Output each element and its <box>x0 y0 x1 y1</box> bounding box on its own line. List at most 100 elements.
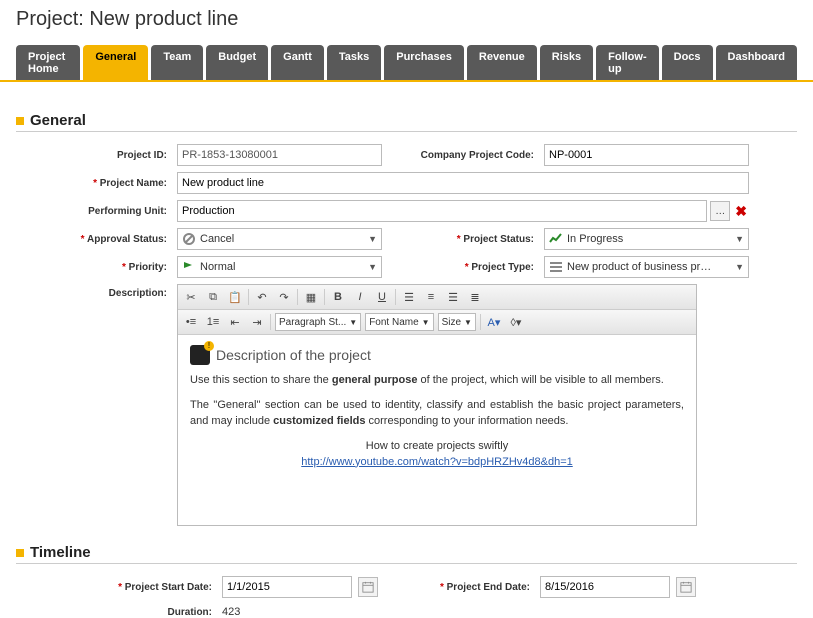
p1c: of the project, which will be visible to… <box>417 374 663 386</box>
align-right-icon[interactable]: ☰ <box>444 288 462 306</box>
number-list-icon[interactable]: 1≡ <box>204 313 222 331</box>
section-header-timeline: Timeline <box>16 544 797 564</box>
rich-text-editor: ✂ ⧉ 📋 ↶ ↷ ▦ B I U ☰ ≡ ☰ ≣ <box>177 284 697 526</box>
font-color-icon[interactable]: A▾ <box>485 313 503 331</box>
separator <box>248 289 249 305</box>
underline-icon[interactable]: U <box>373 288 391 306</box>
description-link-block: How to create projects swiftly http://ww… <box>190 439 684 470</box>
cut-icon[interactable]: ✂ <box>182 288 200 306</box>
tab-tasks[interactable]: Tasks <box>327 45 381 80</box>
label-project-name: Project Name: <box>16 178 171 189</box>
copy-icon[interactable]: ⧉ <box>204 288 222 306</box>
label-project-start: Project Start Date: <box>16 582 216 593</box>
priority-normal-icon <box>182 260 196 274</box>
undo-icon[interactable]: ↶ <box>253 288 271 306</box>
approval-status-value: Cancel <box>200 233 234 245</box>
tab-risks[interactable]: Risks <box>540 45 593 80</box>
tab-follow-up[interactable]: Follow-up <box>596 45 659 80</box>
caret-icon: ▼ <box>368 262 377 272</box>
paragraph-style-select[interactable]: Paragraph St...▼ <box>275 313 361 331</box>
link-caption: How to create projects swiftly <box>366 440 508 452</box>
label-performing-unit: Performing Unit: <box>16 206 171 217</box>
p1a: Use this section to share the <box>190 374 332 386</box>
editor-content[interactable]: Description of the project Use this sect… <box>178 335 696 525</box>
label-description: Description: <box>16 284 171 299</box>
paste-icon[interactable]: 📋 <box>226 288 244 306</box>
description-heading-text: Description of the project <box>216 347 371 363</box>
page-title-prefix: Project: <box>16 8 89 30</box>
tab-project-home[interactable]: Project Home <box>16 45 80 80</box>
p2b: customized fields <box>273 415 365 427</box>
p1b: general purpose <box>332 374 418 386</box>
content-area: General Project ID: Company Project Code… <box>0 82 813 618</box>
priority-select[interactable]: Normal ▼ <box>177 256 382 278</box>
bullet-list-icon[interactable]: •≡ <box>182 313 200 331</box>
youtube-link[interactable]: http://www.youtube.com/watch?v=bdpHRZHv4… <box>301 456 572 468</box>
separator <box>297 289 298 305</box>
general-form: Project ID: Company Project Code: Projec… <box>16 144 797 278</box>
section-timeline: Timeline Project Start Date: Project End… <box>16 544 797 618</box>
list-icon <box>549 260 563 274</box>
project-start-input[interactable] <box>222 576 352 598</box>
project-type-value: New product of business proc... <box>567 261 717 273</box>
section-general: General Project ID: Company Project Code… <box>16 112 797 526</box>
tab-purchases[interactable]: Purchases <box>384 45 464 80</box>
p2c: corresponding to your information needs. <box>365 415 568 427</box>
align-justify-icon[interactable]: ≣ <box>466 288 484 306</box>
caret-icon: ▼ <box>368 234 377 244</box>
calendar-icon <box>362 581 374 593</box>
duration-value: 423 <box>222 606 352 618</box>
indent-icon[interactable]: ⇥ <box>248 313 266 331</box>
project-status-select[interactable]: In Progress ▼ <box>544 228 749 250</box>
tab-revenue[interactable]: Revenue <box>467 45 537 80</box>
highlight-color-icon[interactable]: ◊▾ <box>507 313 525 331</box>
company-code-input[interactable] <box>544 144 749 166</box>
tab-dashboard[interactable]: Dashboard <box>716 45 797 80</box>
tab-bar: Project HomeGeneralTeamBudgetGanttTasksP… <box>0 45 813 82</box>
project-end-input[interactable] <box>540 576 670 598</box>
italic-icon[interactable]: I <box>351 288 369 306</box>
avatar-alert-icon <box>190 345 210 365</box>
section-bullet-icon <box>16 549 24 557</box>
label-company-code: Company Project Code: <box>388 150 538 161</box>
table-icon[interactable]: ▦ <box>302 288 320 306</box>
project-name-input[interactable] <box>177 172 749 194</box>
tab-general[interactable]: General <box>83 45 148 80</box>
section-header-general: General <box>16 112 797 132</box>
performing-unit-input[interactable] <box>177 200 707 222</box>
align-left-icon[interactable]: ☰ <box>400 288 418 306</box>
cancel-icon <box>182 232 196 246</box>
align-center-icon[interactable]: ≡ <box>422 288 440 306</box>
separator <box>270 314 271 330</box>
separator <box>395 289 396 305</box>
tab-team[interactable]: Team <box>151 45 203 80</box>
outdent-icon[interactable]: ⇤ <box>226 313 244 331</box>
bold-icon[interactable]: B <box>329 288 347 306</box>
font-name-select[interactable]: Font Name▼ <box>365 313 433 331</box>
project-type-select[interactable]: New product of business proc... ▼ <box>544 256 749 278</box>
calendar-icon <box>680 581 692 593</box>
project-end-calendar-button[interactable] <box>676 577 696 597</box>
performing-unit-clear-button[interactable]: ✖ <box>733 203 749 220</box>
section-bullet-icon <box>16 117 24 125</box>
description-paragraph-2: The "General" section can be used to ide… <box>190 398 684 429</box>
page-title: Project: New product line <box>0 0 813 45</box>
label-project-status: Project Status: <box>388 234 538 245</box>
font-size-select[interactable]: Size▼ <box>438 313 476 331</box>
label-approval-status: Approval Status: <box>16 234 171 245</box>
editor-toolbar-row-1: ✂ ⧉ 📋 ↶ ↷ ▦ B I U ☰ ≡ ☰ ≣ <box>178 285 696 310</box>
approval-status-select[interactable]: Cancel ▼ <box>177 228 382 250</box>
project-id-field <box>177 144 382 166</box>
tab-docs[interactable]: Docs <box>662 45 713 80</box>
tab-budget[interactable]: Budget <box>206 45 268 80</box>
page-title-name: New product line <box>89 8 238 30</box>
description-heading: Description of the project <box>190 345 684 365</box>
performing-unit-lookup-button[interactable]: … <box>710 201 730 221</box>
redo-icon[interactable]: ↷ <box>275 288 293 306</box>
project-start-calendar-button[interactable] <box>358 577 378 597</box>
separator <box>324 289 325 305</box>
description-paragraph-1: Use this section to share the general pu… <box>190 373 684 388</box>
timeline-form: Project Start Date: Project End Date: Du… <box>16 576 797 618</box>
label-project-type: Project Type: <box>388 262 538 273</box>
tab-gantt[interactable]: Gantt <box>271 45 324 80</box>
